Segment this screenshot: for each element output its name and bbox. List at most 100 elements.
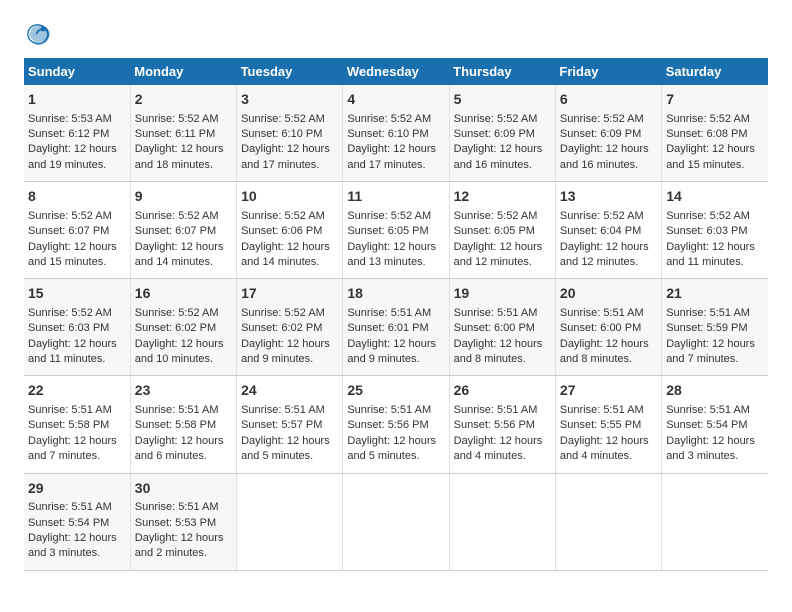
day-info: Daylight: 12 hours <box>241 240 338 255</box>
day-info: Sunrise: 5:52 AM <box>135 209 232 224</box>
day-info: Sunset: 6:07 PM <box>28 224 126 239</box>
day-info: Sunrise: 5:51 AM <box>135 403 232 418</box>
day-info: Sunset: 6:10 PM <box>241 127 338 142</box>
day-info: Daylight: 12 hours <box>241 142 338 157</box>
calendar-cell: 7Sunrise: 5:52 AMSunset: 6:08 PMDaylight… <box>662 85 768 182</box>
day-number: 23 <box>135 381 232 401</box>
day-info: Daylight: 12 hours <box>28 142 126 157</box>
day-info: Daylight: 12 hours <box>666 142 764 157</box>
day-info: and 19 minutes. <box>28 158 126 173</box>
day-info: Sunrise: 5:52 AM <box>560 112 657 127</box>
day-info: and 7 minutes. <box>28 449 126 464</box>
day-info: Sunrise: 5:51 AM <box>454 306 551 321</box>
day-info: and 17 minutes. <box>241 158 338 173</box>
day-number: 30 <box>135 479 232 499</box>
day-info: Sunset: 5:57 PM <box>241 418 338 433</box>
day-info: Sunrise: 5:51 AM <box>135 500 232 515</box>
day-info: Daylight: 12 hours <box>135 337 232 352</box>
day-info: Sunset: 6:11 PM <box>135 127 232 142</box>
day-info: Sunset: 6:09 PM <box>560 127 657 142</box>
day-info: Sunset: 6:05 PM <box>454 224 551 239</box>
day-info: Daylight: 12 hours <box>347 434 444 449</box>
day-info: Sunset: 6:06 PM <box>241 224 338 239</box>
col-header-tuesday: Tuesday <box>237 58 343 85</box>
day-info: and 16 minutes. <box>454 158 551 173</box>
day-info: and 15 minutes. <box>28 255 126 270</box>
day-info: Daylight: 12 hours <box>135 434 232 449</box>
day-info: Sunrise: 5:53 AM <box>28 112 126 127</box>
day-info: Sunset: 6:10 PM <box>347 127 444 142</box>
calendar-cell: 26Sunrise: 5:51 AMSunset: 5:56 PMDayligh… <box>449 376 555 473</box>
day-info: Sunrise: 5:51 AM <box>560 306 657 321</box>
day-info: Daylight: 12 hours <box>135 142 232 157</box>
calendar-cell: 30Sunrise: 5:51 AMSunset: 5:53 PMDayligh… <box>130 473 236 570</box>
calendar-table: SundayMondayTuesdayWednesdayThursdayFrid… <box>24 58 768 571</box>
day-number: 7 <box>666 90 764 110</box>
day-number: 26 <box>454 381 551 401</box>
day-number: 18 <box>347 284 444 304</box>
day-info: Sunset: 5:55 PM <box>560 418 657 433</box>
day-number: 17 <box>241 284 338 304</box>
day-info: and 3 minutes. <box>666 449 764 464</box>
day-info: Sunset: 6:08 PM <box>666 127 764 142</box>
day-number: 13 <box>560 187 657 207</box>
calendar-cell <box>449 473 555 570</box>
day-info: Daylight: 12 hours <box>666 337 764 352</box>
day-number: 3 <box>241 90 338 110</box>
calendar-cell: 20Sunrise: 5:51 AMSunset: 6:00 PMDayligh… <box>555 279 661 376</box>
day-info: Sunset: 6:07 PM <box>135 224 232 239</box>
day-info: Sunrise: 5:51 AM <box>666 403 764 418</box>
day-info: and 14 minutes. <box>241 255 338 270</box>
day-info: Sunrise: 5:51 AM <box>28 500 126 515</box>
day-number: 28 <box>666 381 764 401</box>
calendar-cell <box>662 473 768 570</box>
day-info: Daylight: 12 hours <box>560 337 657 352</box>
day-info: and 17 minutes. <box>347 158 444 173</box>
logo <box>24 20 56 48</box>
col-header-thursday: Thursday <box>449 58 555 85</box>
day-info: Sunset: 5:53 PM <box>135 516 232 531</box>
calendar-cell <box>237 473 343 570</box>
day-info: Sunset: 5:58 PM <box>135 418 232 433</box>
day-info: Daylight: 12 hours <box>241 337 338 352</box>
day-info: Sunset: 5:54 PM <box>666 418 764 433</box>
day-info: and 11 minutes. <box>28 352 126 367</box>
day-info: Sunrise: 5:52 AM <box>135 306 232 321</box>
day-info: and 6 minutes. <box>135 449 232 464</box>
day-info: Sunrise: 5:52 AM <box>241 112 338 127</box>
col-header-saturday: Saturday <box>662 58 768 85</box>
day-number: 19 <box>454 284 551 304</box>
day-info: Daylight: 12 hours <box>28 337 126 352</box>
day-info: Sunset: 6:02 PM <box>135 321 232 336</box>
day-info: Sunset: 6:04 PM <box>560 224 657 239</box>
calendar-cell: 9Sunrise: 5:52 AMSunset: 6:07 PMDaylight… <box>130 182 236 279</box>
day-number: 6 <box>560 90 657 110</box>
day-number: 25 <box>347 381 444 401</box>
day-info: Sunrise: 5:52 AM <box>560 209 657 224</box>
day-info: Daylight: 12 hours <box>241 434 338 449</box>
day-info: and 14 minutes. <box>135 255 232 270</box>
day-number: 4 <box>347 90 444 110</box>
calendar-cell <box>343 473 449 570</box>
day-info: Sunrise: 5:51 AM <box>666 306 764 321</box>
day-number: 20 <box>560 284 657 304</box>
day-info: Daylight: 12 hours <box>135 240 232 255</box>
day-info: and 13 minutes. <box>347 255 444 270</box>
col-header-friday: Friday <box>555 58 661 85</box>
day-number: 27 <box>560 381 657 401</box>
calendar-cell: 4Sunrise: 5:52 AMSunset: 6:10 PMDaylight… <box>343 85 449 182</box>
day-info: and 11 minutes. <box>666 255 764 270</box>
day-number: 11 <box>347 187 444 207</box>
day-info: and 3 minutes. <box>28 546 126 561</box>
day-info: and 12 minutes. <box>560 255 657 270</box>
day-info: Sunset: 5:56 PM <box>347 418 444 433</box>
day-info: Daylight: 12 hours <box>28 240 126 255</box>
calendar-cell: 25Sunrise: 5:51 AMSunset: 5:56 PMDayligh… <box>343 376 449 473</box>
calendar-cell: 17Sunrise: 5:52 AMSunset: 6:02 PMDayligh… <box>237 279 343 376</box>
day-info: Daylight: 12 hours <box>347 240 444 255</box>
day-info: and 8 minutes. <box>560 352 657 367</box>
day-info: Daylight: 12 hours <box>454 434 551 449</box>
day-info: Sunrise: 5:52 AM <box>454 112 551 127</box>
calendar-cell: 27Sunrise: 5:51 AMSunset: 5:55 PMDayligh… <box>555 376 661 473</box>
day-info: Sunrise: 5:51 AM <box>347 306 444 321</box>
